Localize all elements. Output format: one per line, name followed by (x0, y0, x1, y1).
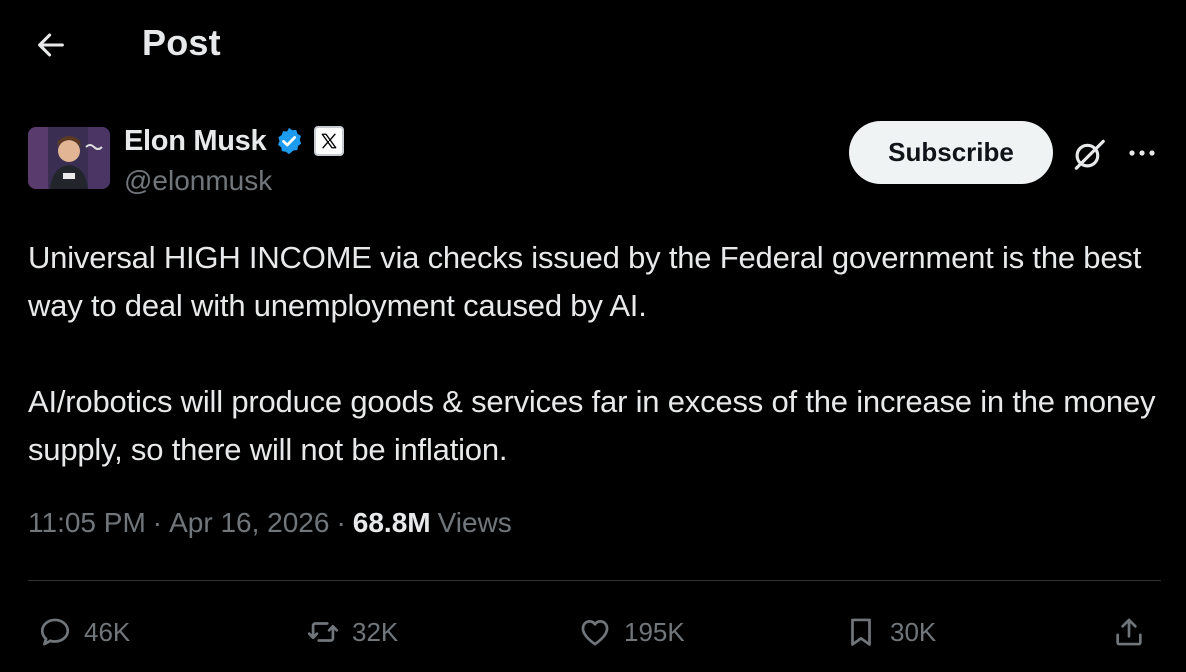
page-title: Post (142, 22, 221, 63)
arrow-left-icon (38, 33, 64, 57)
grok-icon (1074, 139, 1105, 170)
separator: · (152, 507, 163, 538)
more-options-button[interactable] (1120, 133, 1164, 173)
post-date[interactable]: Apr 16, 2026 (169, 507, 329, 539)
reply-button[interactable]: 46K (38, 606, 130, 658)
grok-button[interactable] (1068, 133, 1110, 175)
reply-icon (40, 618, 70, 646)
top-bar: Post (0, 0, 1186, 90)
author-name-row: Elon Musk (124, 122, 345, 160)
avatar-image (28, 127, 110, 189)
avatar[interactable] (28, 127, 110, 189)
like-button[interactable]: 195K (578, 606, 685, 658)
post-paragraph: AI/robotics will produce goods & service… (28, 384, 1156, 467)
more-horizontal-icon (1129, 150, 1155, 156)
post-paragraph: Universal HIGH INCOME via checks issued … (28, 240, 1142, 323)
repost-count: 32K (352, 616, 399, 647)
post-body: Universal HIGH INCOME via checks issued … (28, 234, 1168, 474)
divider (28, 580, 1161, 581)
back-button[interactable] (28, 22, 74, 68)
views-count[interactable]: 68.8M (353, 507, 431, 539)
x-glyph (321, 133, 337, 149)
bookmark-icon (851, 618, 871, 646)
author-handle[interactable]: @elonmusk (124, 165, 272, 197)
share-button[interactable] (1112, 606, 1146, 658)
post-time[interactable]: 11:05 PM (28, 507, 146, 539)
action-bar: 46K 32K 195K 30K (0, 606, 1186, 658)
bookmark-count: 30K (890, 616, 937, 647)
share-icon (1116, 618, 1142, 646)
like-icon (581, 620, 609, 646)
x-logo-icon[interactable] (314, 126, 345, 156)
bookmark-button[interactable]: 30K (844, 606, 936, 658)
repost-button[interactable]: 32K (306, 606, 398, 658)
views-label: Views (437, 507, 512, 538)
post-metadata: 11:05 PM · Apr 16, 2026 · 68.8M Views (28, 507, 512, 539)
like-count: 195K (624, 616, 685, 647)
separator: · (336, 507, 346, 538)
author-display-name[interactable]: Elon Musk (124, 125, 267, 158)
subscribe-button[interactable]: Subscribe (849, 121, 1053, 184)
repost-icon (307, 622, 339, 642)
verified-badge-icon (278, 127, 302, 155)
reply-count: 46K (84, 616, 131, 647)
